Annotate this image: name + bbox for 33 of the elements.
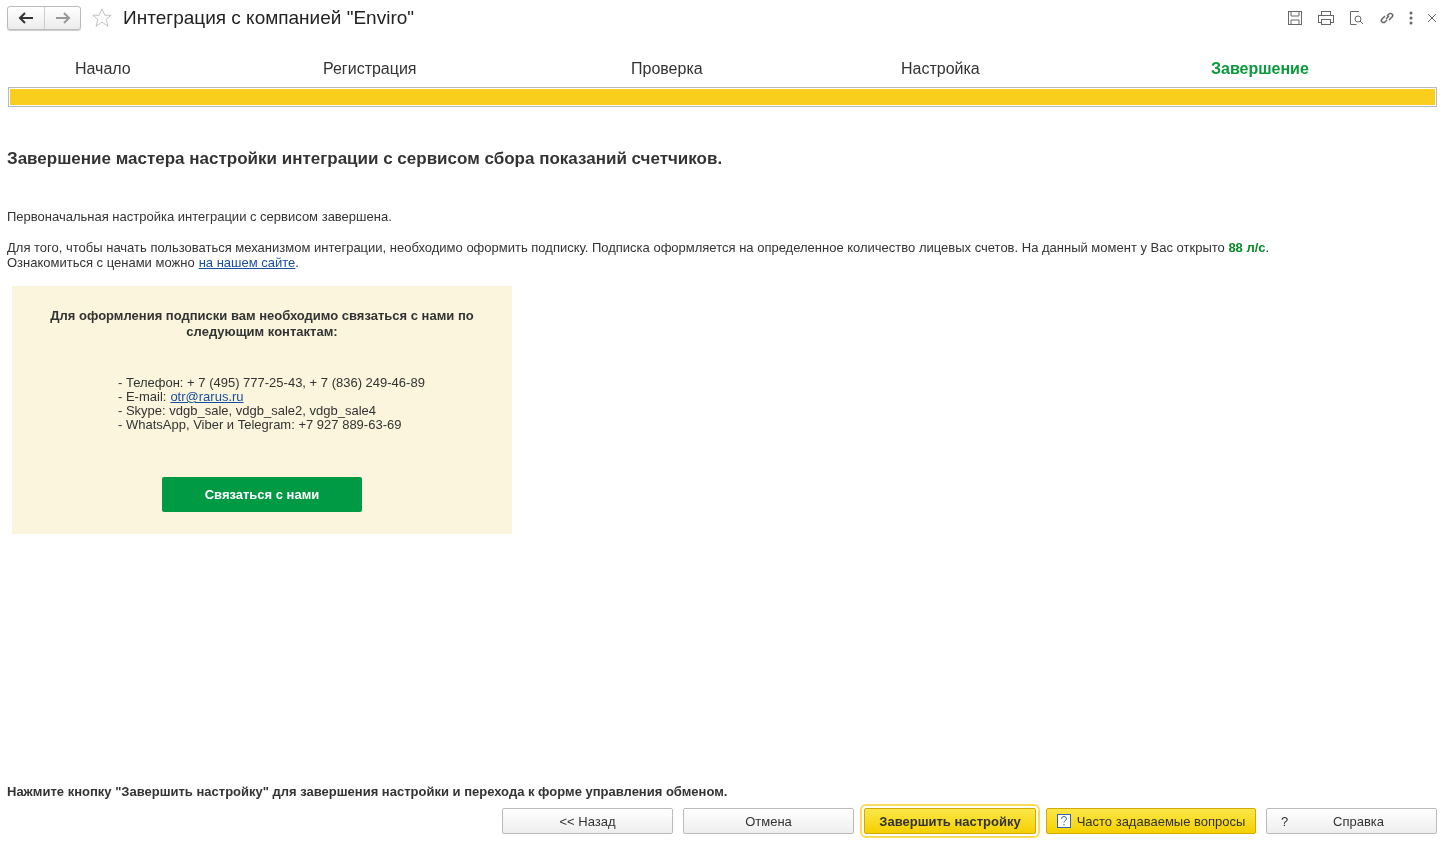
faq-button[interactable]: Часто задаваемые вопросы	[1046, 808, 1256, 834]
wizard-step: Завершение	[1211, 60, 1309, 78]
prices-text: Ознакомиться с ценами можно	[7, 255, 195, 270]
window-title: Интеграция с компанией "Enviro"	[123, 7, 416, 29]
period-text: .	[295, 255, 299, 270]
status-text: Первоначальная настройка интеграции с сервисом завершена.	[7, 209, 393, 224]
contact-line: - WhatsApp, Viber и Telegram: +7 927 889-63-69	[118, 418, 402, 432]
contact-us-button[interactable]: Связаться с нами	[162, 477, 362, 512]
arrow-left-icon	[18, 12, 34, 24]
contact-line: - Skype: vdgb_sale, vdgb_sale2, vdgb_sale4	[118, 404, 376, 418]
star-icon[interactable]	[91, 7, 113, 29]
hint-text: Нажмите кнопку "Завершить настройку" для завершения настройки и перехода к форме управления обменом.	[7, 784, 729, 799]
email-link[interactable]: otr@rarus.ru	[170, 390, 244, 404]
close-icon[interactable]	[1427, 13, 1437, 23]
arrow-right-icon	[54, 12, 71, 24]
wizard-step: Начало	[75, 60, 131, 78]
contact-line: - Телефон: + 7 (495) 777-25-43, + 7 (836) 249-46-89	[118, 376, 425, 390]
contact-line: - E-mail:	[118, 390, 167, 404]
wizard-step: Проверка	[631, 60, 703, 78]
preview-icon[interactable]	[1349, 10, 1365, 26]
wizard-step: Регистрация	[323, 60, 417, 78]
help-button[interactable]: ? Справка	[1266, 808, 1437, 834]
wizard-step: Настройка	[901, 60, 980, 78]
subscription-text: Для того, чтобы начать пользоваться механизмом интеграции, необходимо оформить подписку. Подписка оформляется на определенное количество лицевых счетов. На данный момент у Вас открыто 88 л/с.	[7, 240, 1271, 255]
dialog-button[interactable]: Отмена	[683, 808, 854, 834]
more-icon[interactable]	[1409, 11, 1413, 25]
page-heading: Завершение мастера настройки интеграции с сервисом сбора показаний счетчиков.	[7, 149, 724, 169]
link-icon[interactable]	[1379, 10, 1395, 26]
panel-title: Для оформления подписки вам необходимо связаться с нами по следующим контактам:	[49, 308, 475, 340]
save-icon[interactable]	[1287, 10, 1303, 26]
dialog-button[interactable]: << Назад	[502, 808, 673, 834]
print-icon[interactable]	[1317, 10, 1335, 26]
help-icon	[1056, 814, 1071, 828]
